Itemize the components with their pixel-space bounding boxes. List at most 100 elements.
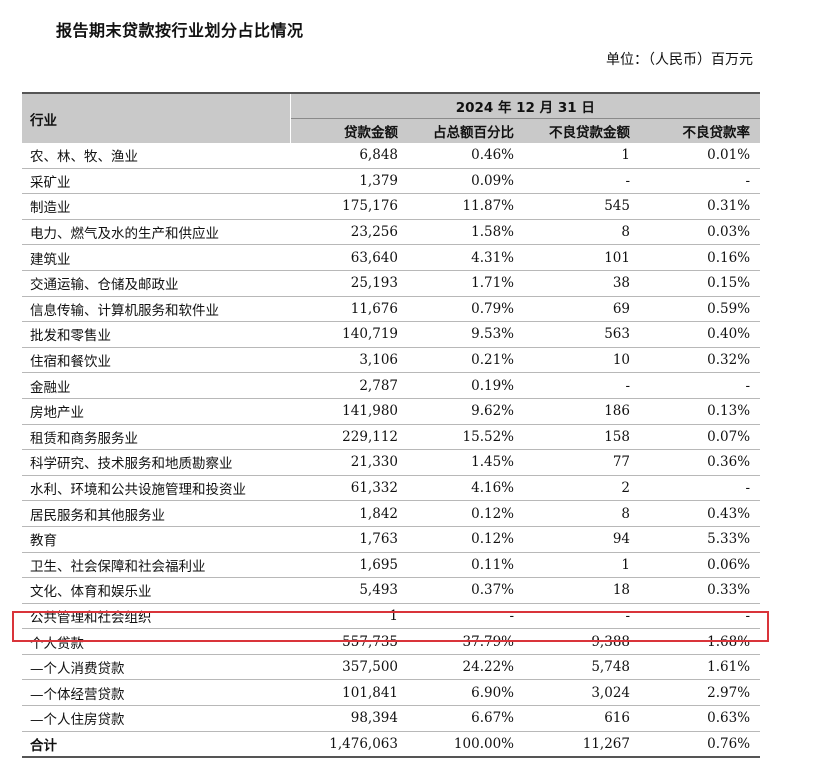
npl-ratio: 5.33% — [640, 526, 761, 553]
npl-ratio: 1.68% — [640, 628, 761, 655]
table-row: 科学研究、技术服务和地质勘察业 21,330 1.45% 77 0.36% — [22, 449, 761, 476]
npl-amount: 1 — [524, 552, 640, 579]
industry-name: 金融业 — [22, 372, 290, 399]
industry-name: 合计 — [22, 731, 290, 758]
table-row: 交通运输、仓储及邮政业 25,193 1.71% 38 0.15% — [22, 270, 761, 297]
loan-amount: 1,763 — [290, 526, 408, 553]
table-row: 居民服务和其他服务业 1,842 0.12% 8 0.43% — [22, 500, 761, 527]
table-row: 信息传输、计算机服务和软件业 11,676 0.79% 69 0.59% — [22, 296, 761, 323]
loan-percentage: 11.87% — [408, 193, 524, 220]
industry-name: 教育 — [22, 526, 290, 553]
loan-amount: 101,841 — [290, 679, 408, 707]
industry-name: 电力、燃气及水的生产和供应业 — [22, 219, 290, 246]
npl-ratio: 0.32% — [640, 347, 761, 374]
loan-percentage: 4.16% — [408, 475, 524, 502]
header-npl-amount: 不良贷款金额 — [524, 118, 640, 143]
loan-percentage: 6.67% — [408, 705, 524, 732]
npl-amount: 18 — [524, 577, 640, 604]
table-row: 公共管理和社会组织 1- - - — [22, 603, 761, 630]
industry-name: 采矿业 — [22, 168, 290, 195]
npl-ratio: 0.03% — [640, 219, 761, 246]
npl-amount: 158 — [524, 424, 640, 451]
npl-amount: 186 — [524, 398, 640, 425]
table-row: 水利、环境和公共设施管理和投资业 61,332 4.16% 2- — [22, 475, 761, 502]
loan-amount: 1 — [290, 603, 408, 630]
loan-amount: 5,493 — [290, 577, 408, 604]
report-title: 报告期末贷款按行业划分占比情况 — [56, 21, 304, 40]
loan-amount: 557,735 — [290, 628, 408, 655]
loan-amount: 98,394 — [290, 705, 408, 732]
table-row: 房地产业 141,980 9.62% 186 0.13% — [22, 398, 761, 425]
table-row: 租赁和商务服务业 229,112 15.52% 158 0.07% — [22, 424, 761, 451]
loan-amount: 61,332 — [290, 475, 408, 502]
unit-label: 单位：（人民币）百万元 — [606, 52, 753, 68]
industry-name: 建筑业 — [22, 244, 290, 271]
npl-ratio: 0.33% — [640, 577, 761, 604]
npl-ratio: - — [640, 372, 761, 399]
loan-percentage: 6.90% — [408, 679, 524, 707]
loan-amount: 140,719 — [290, 321, 408, 348]
loan-percentage: 4.31% — [408, 244, 524, 271]
npl-ratio: 0.43% — [640, 500, 761, 527]
loan-amount: 175,176 — [290, 193, 408, 220]
industry-name: 水利、环境和公共设施管理和投资业 — [22, 475, 290, 502]
header-percentage: 占总额百分比 — [408, 118, 524, 143]
loan-percentage: 1.58% — [408, 219, 524, 246]
npl-amount: 8 — [524, 500, 640, 527]
loan-amount: 23,256 — [290, 219, 408, 246]
loan-amount: 141,980 — [290, 398, 408, 425]
industry-name: 居民服务和其他服务业 — [22, 500, 290, 527]
loan-amount: 1,379 — [290, 168, 408, 195]
table-row: 建筑业 63,640 4.31% 101 0.16% — [22, 244, 761, 271]
npl-amount: 38 — [524, 270, 640, 297]
industry-name: —个人消费贷款 — [22, 654, 290, 681]
npl-amount: 2 — [524, 475, 640, 502]
npl-amount: 1 — [524, 143, 640, 169]
industry-name: 住宿和餐饮业 — [22, 347, 290, 374]
industry-name: 制造业 — [22, 193, 290, 220]
npl-ratio: 0.01% — [640, 143, 761, 169]
loan-industry-table: 行业 2024 年 12 月 31 日 贷款金额 占总额百分比 不良贷款金额 不… — [22, 92, 761, 758]
loan-amount: 1,695 — [290, 552, 408, 579]
loan-amount: 11,676 — [290, 296, 408, 323]
header-amount: 贷款金额 — [290, 118, 408, 143]
industry-name: 公共管理和社会组织 — [22, 603, 290, 630]
loan-amount: 229,112 — [290, 424, 408, 451]
industry-name: 交通运输、仓储及邮政业 — [22, 270, 290, 297]
industry-name: 文化、体育和娱乐业 — [22, 577, 290, 604]
industry-name: 批发和零售业 — [22, 321, 290, 348]
npl-amount: 11,267 — [524, 731, 640, 758]
table-row: 制造业 175,176 11.87% 545 0.31% — [22, 193, 761, 220]
npl-amount: 10 — [524, 347, 640, 374]
loan-amount: 357,500 — [290, 654, 408, 681]
table-row: 电力、燃气及水的生产和供应业 23,256 1.58% 8 0.03% — [22, 219, 761, 246]
npl-ratio: 0.16% — [640, 244, 761, 271]
loan-amount: 21,330 — [290, 449, 408, 476]
total-row: 合计 1,476,063 100.00% 11,267 0.76% — [22, 731, 761, 758]
npl-amount: 101 — [524, 244, 640, 271]
table-row: 住宿和餐饮业 3,106 0.21% 10 0.32% — [22, 347, 761, 374]
npl-amount: 3,024 — [524, 679, 640, 707]
table-row: —个人消费贷款 357,500 24.22% 5,748 1.61% — [22, 654, 761, 681]
table-row: 金融业 2,787 0.19% - - — [22, 372, 761, 399]
industry-name: 农、林、牧、渔业 — [22, 143, 290, 169]
loan-percentage: 100.00% — [408, 731, 524, 758]
industry-name: 租赁和商务服务业 — [22, 424, 290, 451]
npl-ratio: 0.40% — [640, 321, 761, 348]
npl-amount: 545 — [524, 193, 640, 220]
loan-percentage: 24.22% — [408, 654, 524, 681]
npl-amount: 9,388 — [524, 628, 640, 655]
npl-ratio: 0.07% — [640, 424, 761, 451]
table-row: 文化、体育和娱乐业 5,493 0.37% 18 0.33% — [22, 577, 761, 604]
npl-ratio: 1.61% — [640, 654, 761, 681]
industry-name: 科学研究、技术服务和地质勘察业 — [22, 449, 290, 476]
table-row: 农、林、牧、渔业 6,848 0.46% 1 0.01% — [22, 143, 761, 169]
industry-name: 房地产业 — [22, 398, 290, 425]
npl-ratio: 2.97% — [640, 679, 761, 707]
loan-percentage: 0.11% — [408, 552, 524, 579]
table-body: 农、林、牧、渔业 6,848 0.46% 1 0.01% 采矿业 1,379 0.09% - - 制… — [22, 143, 761, 758]
header-npl-ratio: 不良贷款率 — [640, 118, 761, 143]
npl-amount: 5,748 — [524, 654, 640, 681]
npl-amount: 616 — [524, 705, 640, 732]
table-row: 卫生、社会保障和社会福利业 1,695 0.11% 1 0.06% — [22, 552, 761, 579]
